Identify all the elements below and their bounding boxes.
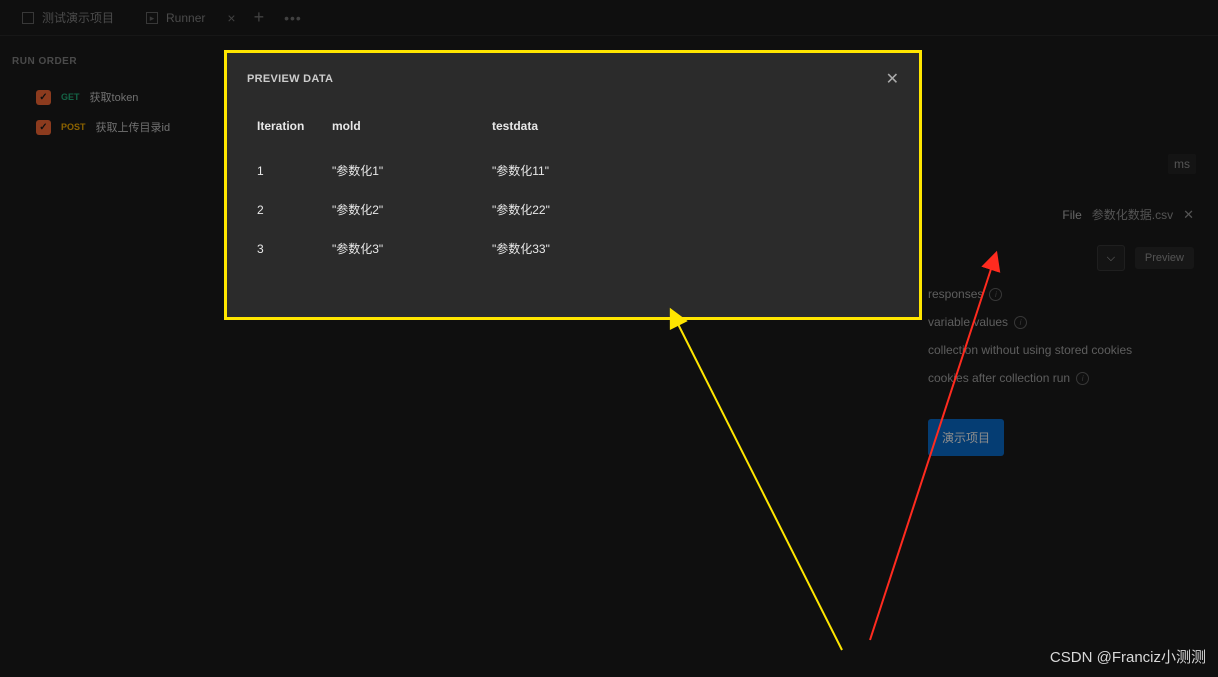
close-icon[interactable]: ✕: [886, 69, 899, 89]
col-header: Iteration: [257, 111, 332, 151]
watermark: CSDN @Franciz小测测: [1050, 646, 1206, 667]
table-row: 2 "参数化2" "参数化22": [257, 190, 889, 229]
preview-data-modal: PREVIEW DATA ✕ Iteration mold testdata 1…: [224, 50, 922, 320]
table-row: 3 "参数化3" "参数化33": [257, 229, 889, 268]
col-header: testdata: [492, 111, 889, 151]
table-row: 1 "参数化1" "参数化11": [257, 151, 889, 190]
preview-data-table: Iteration mold testdata 1 "参数化1" "参数化11"…: [257, 111, 889, 268]
col-header: mold: [332, 111, 492, 151]
modal-title: PREVIEW DATA: [247, 73, 333, 85]
